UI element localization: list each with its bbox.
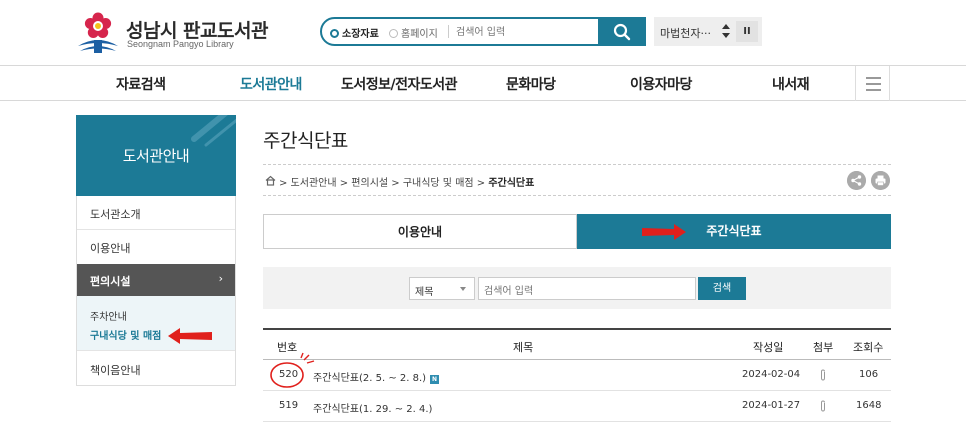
sidebar-header: 도서관안내: [76, 115, 236, 196]
gnb-item-culture[interactable]: 문화마당: [506, 74, 556, 94]
table-row[interactable]: 520 주간식단표(2. 5. ~ 2. 8.) N 2024-02-04 106: [263, 360, 891, 391]
column-header-number: 번호: [277, 341, 298, 354]
share-icon[interactable]: [847, 171, 866, 190]
gnb-item-my-library[interactable]: 내서재: [772, 74, 810, 94]
sidebar-subitem-parking[interactable]: 주차안내: [90, 308, 127, 323]
breadcrumb-current: 주간식단표: [488, 178, 535, 189]
divider: [448, 25, 449, 38]
row-number: 519: [279, 400, 299, 411]
sidebar-menu: 도서관소개 이용안내 편의시설 › 주차안내 구내식당 및 매점 책이음안내: [76, 196, 236, 386]
hamburger-line: [866, 77, 881, 79]
main-navigation: 자료검색 도서관안내 도서정보/전자도서관 문화마당 이용자마당 내서재: [0, 66, 966, 101]
sidebar-submenu: 주차안내 구내식당 및 매점: [77, 296, 235, 350]
column-header-date: 작성일: [753, 341, 784, 354]
radio-selected-icon: [330, 29, 339, 38]
column-header-attachment: 첨부: [813, 341, 834, 354]
caret-down-icon: [460, 287, 466, 291]
search-scope-collection[interactable]: 소장자료: [330, 25, 379, 40]
board-search-input[interactable]: [478, 277, 696, 300]
breadcrumb-path: > 도서관안내 > 편의시설 > 구내식당 및 매점 > 주간식단표: [279, 178, 535, 189]
row-date: 2024-02-04: [742, 369, 801, 380]
chevron-right-icon: ›: [218, 272, 223, 285]
table-row[interactable]: 519 주간식단표(1. 29. ~ 2. 4.) 2024-01-27 164…: [263, 391, 891, 422]
tab-weekly-menu[interactable]: 주간식단표: [577, 214, 891, 249]
sidebar-item-facilities[interactable]: 편의시설 ›: [77, 264, 235, 296]
sidebar-subitem-cafeteria[interactable]: 구내식당 및 매점: [90, 327, 161, 342]
row-views: 1648: [856, 400, 882, 411]
sidebar-item-usage[interactable]: 이용안내: [90, 240, 130, 256]
gnb-item-book-info[interactable]: 도서정보/전자도서관: [341, 74, 458, 94]
search-field-select[interactable]: 제목: [409, 277, 475, 300]
select-value: 제목: [415, 287, 434, 298]
search-button[interactable]: [598, 17, 646, 46]
paperclip-icon[interactable]: [819, 400, 827, 412]
row-number: 520: [279, 369, 299, 380]
sidebar-item-book-link[interactable]: 책이음안내: [90, 362, 141, 378]
divider: [77, 350, 235, 351]
search-icon: [613, 23, 631, 40]
board-search-button[interactable]: 검색: [698, 277, 746, 300]
column-header-title: 제목: [513, 341, 534, 354]
row-title-link[interactable]: 주간식단표(2. 5. ~ 2. 8.) N: [313, 369, 440, 384]
row-views: 106: [859, 369, 879, 380]
content-tabs: 이용안내 주간식단표: [263, 214, 891, 249]
gnb-item-library-guide[interactable]: 도서관안내: [240, 74, 302, 94]
page-title: 주간식단표: [263, 130, 348, 152]
library-name-english: Seongnam Pangyo Library: [127, 39, 234, 49]
search-input[interactable]: [456, 22, 596, 42]
sidebar-item-label: 편의시설: [90, 275, 131, 288]
table-header: 번호 제목 작성일 첨부 조회수: [263, 328, 891, 360]
hamburger-line: [866, 83, 881, 85]
tab-usage-guide[interactable]: 이용안내: [263, 214, 577, 249]
global-search: 소장자료 홈페이지: [320, 17, 646, 46]
rolling-keyword: 마법천자···: [660, 27, 711, 40]
divider: [77, 229, 235, 230]
home-icon[interactable]: [265, 175, 276, 186]
breadcrumb: > 도서관안내 > 편의시설 > 구내식당 및 매점 > 주간식단표: [263, 164, 891, 196]
board-search-bar: 제목 검색: [263, 267, 891, 309]
header: 성남시 판교도서관 Seongnam Pangyo Library 소장자료 홈…: [0, 0, 966, 66]
new-badge: N: [430, 375, 440, 384]
city-emblem-icon: [78, 12, 118, 53]
pause-button[interactable]: II: [736, 21, 758, 42]
library-logo[interactable]: 성남시 판교도서관 Seongnam Pangyo Library: [76, 12, 268, 56]
rolling-keyword-box[interactable]: 마법천자··· II: [654, 17, 762, 46]
column-header-views: 조회수: [853, 341, 884, 354]
sidebar-title: 도서관안내: [122, 147, 190, 165]
radio-unselected-icon: [389, 29, 398, 38]
paperclip-icon[interactable]: [819, 369, 827, 381]
row-date: 2024-01-27: [742, 400, 801, 411]
all-menu-button[interactable]: [855, 66, 890, 101]
gnb-item-search[interactable]: 자료검색: [116, 74, 166, 94]
sidebar-item-about[interactable]: 도서관소개: [90, 206, 141, 222]
search-scope-homepage[interactable]: 홈페이지: [389, 25, 438, 40]
row-title-link[interactable]: 주간식단표(1. 29. ~ 2. 4.): [313, 400, 432, 415]
print-icon[interactable]: [871, 171, 890, 190]
up-down-arrows-icon[interactable]: [721, 21, 731, 41]
gnb-item-user[interactable]: 이용자마당: [630, 74, 692, 94]
hamburger-line: [866, 89, 881, 91]
